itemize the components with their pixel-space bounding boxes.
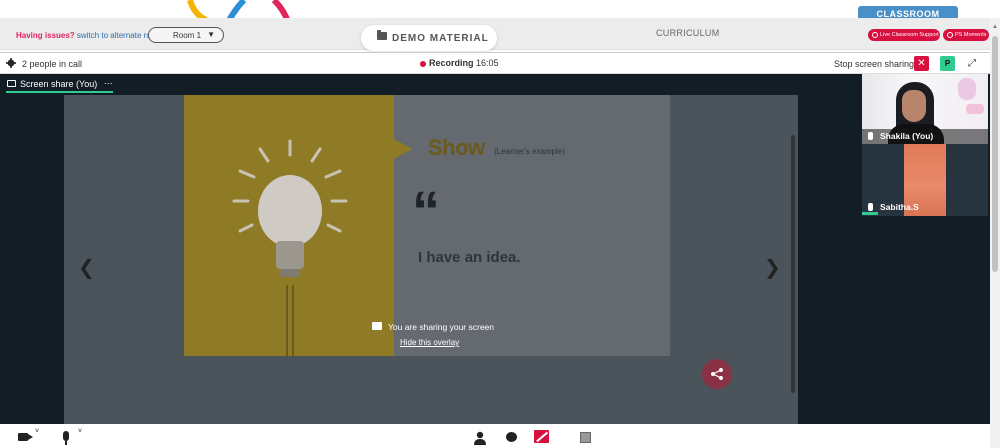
participants-icon[interactable] (474, 431, 486, 445)
recording-dot-icon (420, 61, 426, 67)
lightbulb-icon (232, 139, 348, 277)
chat-icon[interactable] (506, 432, 517, 442)
issues-text: Having issues? (16, 31, 75, 40)
ps-moments-label: PS Moments (955, 32, 987, 38)
mic-icon (868, 132, 873, 140)
participant-name-bar: Sabitha.S (862, 200, 988, 215)
participant-name: Shakila (You) (880, 131, 934, 141)
presenter-button[interactable]: P (940, 56, 955, 71)
stop-screen-sharing-label: Stop screen sharing (834, 59, 915, 69)
call-header: 2 people in call Recording 16:05 Stop sc… (0, 52, 990, 74)
folder-icon (377, 30, 387, 40)
hide-overlay-link[interactable]: Hide this overlay (400, 338, 459, 347)
meeting-area: Screen share (You) ··· Show (Learner's e… (0, 74, 990, 424)
app-root: CLASSROOM Having issues? switch to alter… (0, 0, 1000, 448)
participant-name-bar: Shakila (You) (862, 129, 988, 144)
chevron-left-icon[interactable]: ❮ (78, 255, 95, 280)
chevron-down-icon[interactable]: ˅ (35, 428, 39, 435)
fullscreen-icon[interactable]: ⤢ (968, 58, 980, 70)
scrollbar-thumb[interactable] (992, 36, 998, 272)
background-decoration (966, 104, 984, 114)
slide-notch (394, 139, 412, 159)
share-icon (711, 368, 723, 380)
slide-subtitle: (Learner's example) (494, 147, 565, 156)
sharing-overlay-text: You are sharing your screen (388, 322, 495, 332)
shared-screen-stage: Show (Learner's example) “ I have an ide… (64, 95, 798, 424)
participant-tile-shakila[interactable]: Shakila (You) (862, 74, 988, 144)
curriculum-tab[interactable]: CURRICULUM (656, 28, 720, 38)
issues-banner: Having issues? switch to alternate room (16, 31, 162, 40)
slide-quote-text: I have an idea. (418, 249, 521, 266)
circle-icon (947, 32, 953, 38)
page-scrollbar[interactable]: ▲ (990, 18, 1000, 448)
slide-title: Show (428, 135, 485, 160)
demo-material-button[interactable]: DEMO MATERIAL (361, 25, 497, 51)
mic-icon (868, 203, 873, 211)
live-support-button[interactable]: Live Classroom Support (868, 29, 940, 41)
scroll-up-icon[interactable]: ▲ (992, 24, 998, 30)
screen-share-tab[interactable]: Screen share (You) ··· (6, 77, 113, 93)
speaking-indicator (862, 212, 878, 215)
screen-share-label: Screen share (You) (20, 79, 98, 89)
background-decoration (958, 78, 976, 100)
recording-label: Recording (429, 58, 474, 68)
share-button[interactable] (702, 359, 732, 389)
quote-mark: “ (412, 179, 440, 242)
stage-scrollbar[interactable] (791, 135, 795, 393)
chevron-down-icon[interactable]: ˅ (78, 428, 82, 435)
participant-name: Sabitha.S (880, 202, 919, 212)
participant-tile-sabitha[interactable]: Sabitha.S (862, 144, 988, 216)
recording-time: 16:05 (476, 58, 499, 68)
room-select-value: Room 1 (173, 31, 202, 40)
screen-share-off-icon[interactable] (534, 430, 549, 443)
people-count: 2 people in call (22, 59, 83, 69)
microphone-icon[interactable] (63, 431, 69, 445)
slide-decoration (286, 285, 294, 356)
ps-moments-button[interactable]: PS Moments (943, 29, 989, 41)
participant-face (902, 90, 926, 122)
gear-icon[interactable] (6, 58, 16, 68)
chevron-right-icon[interactable]: ❯ (764, 255, 781, 280)
recording-status: Recording 16:05 (429, 58, 499, 68)
circle-icon (872, 32, 878, 38)
live-support-label: Live Classroom Support (880, 32, 939, 38)
stop-sharing-button[interactable]: ✕ (914, 56, 929, 71)
screen-share-icon (372, 322, 382, 330)
room-select[interactable]: Room 1 ▼ (148, 27, 224, 43)
bottom-toolbar: ˅ ˅ (0, 424, 990, 448)
more-icon[interactable]: ··· (104, 78, 113, 88)
stop-icon[interactable] (580, 432, 591, 443)
demo-material-label: DEMO MATERIAL (392, 33, 489, 44)
caret-down-icon: ▼ (207, 30, 215, 39)
monitor-icon (7, 80, 16, 87)
camera-icon[interactable] (18, 433, 33, 441)
